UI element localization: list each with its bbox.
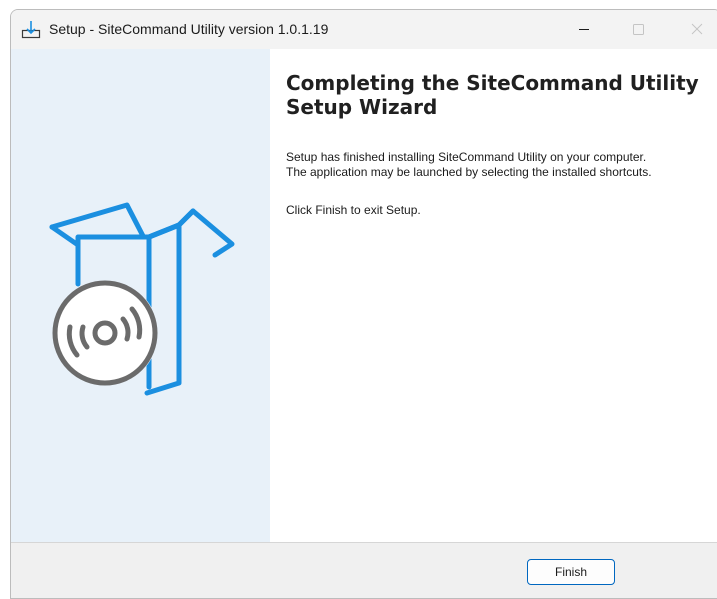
wizard-content: Completing the SiteCommand Utility Setup… [270, 49, 717, 542]
installer-download-icon [21, 20, 41, 40]
wizard-footer: Finish [11, 543, 717, 598]
maximize-button[interactable] [615, 10, 661, 49]
minimize-button[interactable] [561, 10, 607, 49]
finish-message-line-1: Setup has finished installing SiteComman… [286, 150, 647, 164]
close-icon [691, 23, 703, 35]
maximize-icon [633, 24, 644, 35]
finish-instruction: Click Finish to exit Setup. [286, 203, 421, 217]
title-bar[interactable]: Setup - SiteCommand Utility version 1.0.… [11, 10, 717, 49]
window-title: Setup - SiteCommand Utility version 1.0.… [49, 21, 329, 37]
finish-button[interactable]: Finish [527, 559, 615, 585]
setup-window: Setup - SiteCommand Utility version 1.0.… [10, 9, 717, 599]
software-box-with-disc-icon [49, 202, 235, 396]
page-title: Completing the SiteCommand Utility Setup… [286, 71, 699, 119]
wizard-sidebar [11, 49, 270, 542]
minimize-icon [579, 29, 589, 30]
finish-message-line-2: The application may be launched by selec… [286, 165, 652, 179]
close-button[interactable] [674, 10, 717, 49]
